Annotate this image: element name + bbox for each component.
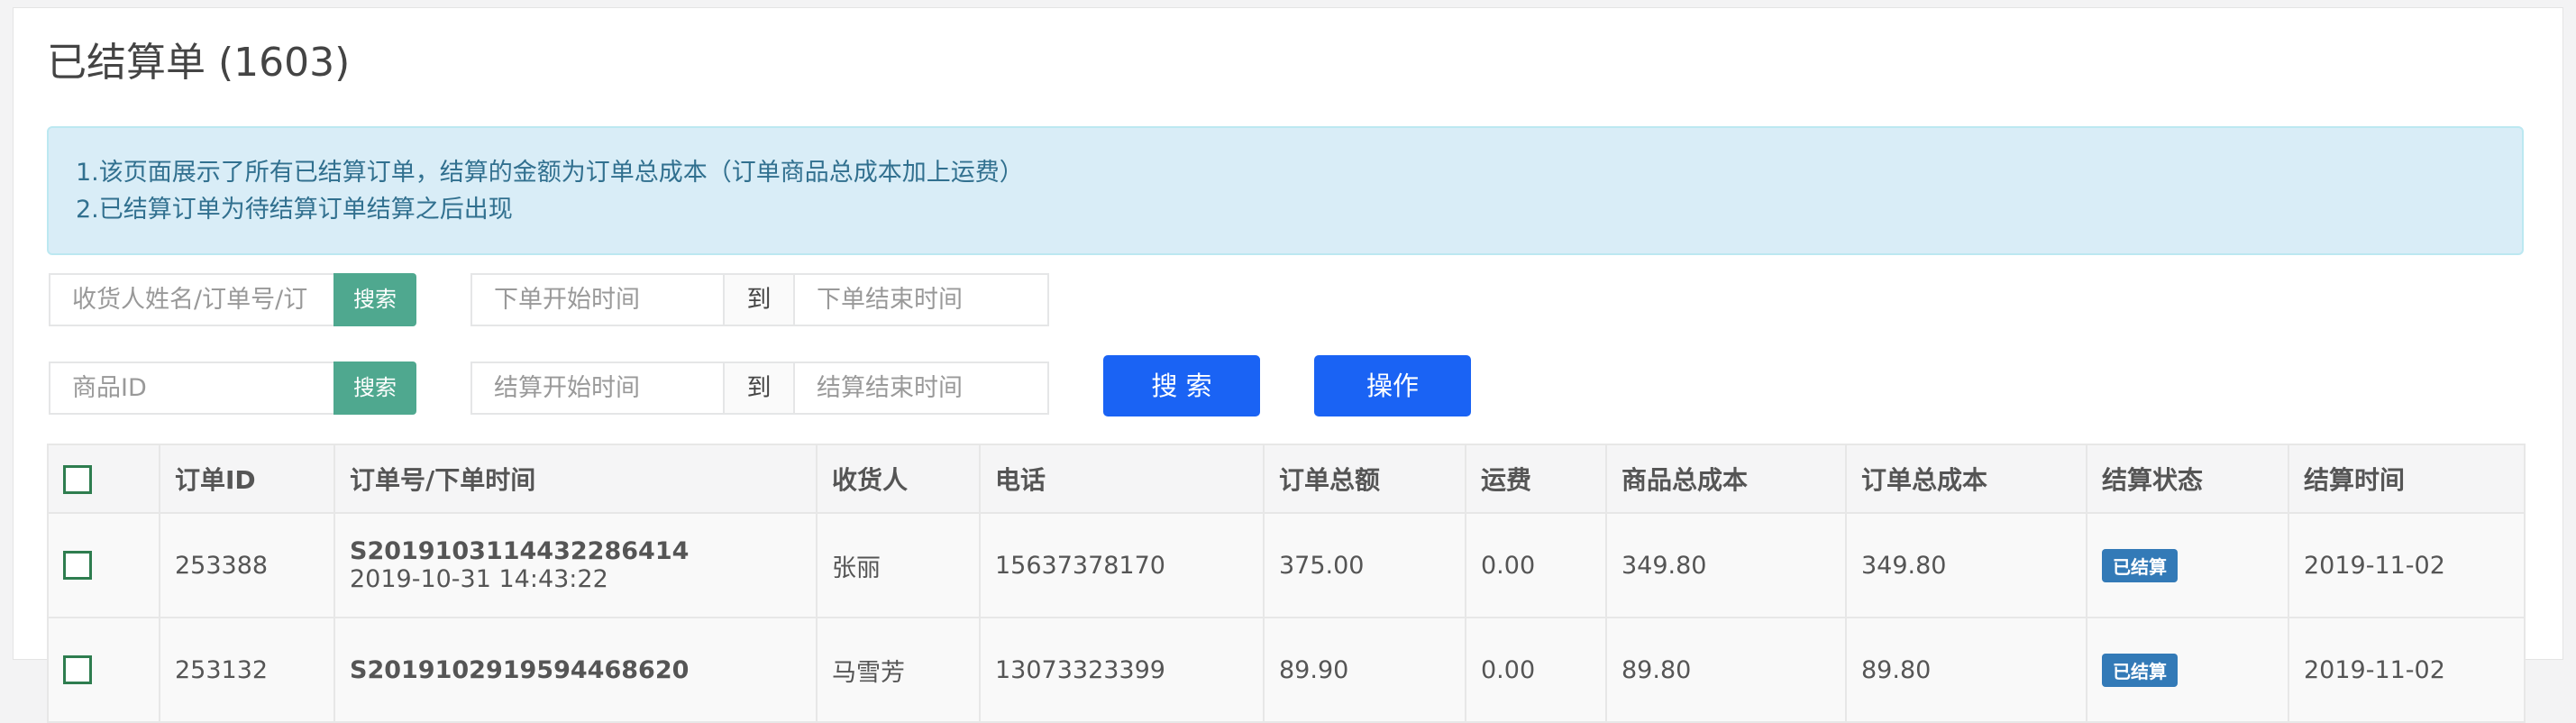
header-shipping: 运费: [1465, 444, 1607, 514]
keyword-search-button[interactable]: 搜索: [333, 273, 416, 326]
notice-line-2: 2.已结算订单为待结算订单结算之后出现: [76, 196, 513, 224]
order-no-cell: S2019102919594468620: [333, 617, 818, 723]
header-phone: 电话: [979, 444, 1265, 514]
header-settle-time: 结算时间: [2288, 444, 2526, 514]
order-total: 375.00: [1263, 512, 1466, 618]
order-no: S2019102919594468620: [350, 655, 690, 684]
phone: 15637378170: [979, 512, 1265, 618]
settle-time: 2019-11-02: [2288, 617, 2526, 723]
goods-cost: 89.80: [1605, 617, 1847, 723]
settle-time-to-label: 到: [723, 362, 795, 415]
order-cost: 349.80: [1845, 512, 2087, 618]
order-cost: 89.80: [1845, 617, 2087, 723]
goods-cost: 349.80: [1605, 512, 1847, 618]
operate-button[interactable]: 操作: [1314, 355, 1471, 416]
notice-line-1: 1.该页面展示了所有已结算订单，结算的金额为订单总成本（订单商品总成本加上运费）: [76, 159, 1024, 187]
order-no: S2019103114432286414: [350, 537, 690, 565]
table-row[interactable]: 253132 S2019102919594468620 马雪芳 13073323…: [47, 617, 2526, 723]
header-receiver: 收货人: [816, 444, 981, 514]
order-time-to-label: 到: [723, 273, 795, 326]
product-id-input[interactable]: 商品ID: [49, 362, 335, 415]
shipping-fee: 0.00: [1465, 512, 1607, 618]
table-row[interactable]: 253388 S2019103114432286414 2019-10-31 1…: [47, 512, 2526, 618]
receiver: 张丽: [816, 512, 981, 618]
shipping-fee: 0.00: [1465, 617, 1607, 723]
header-status: 结算状态: [2086, 444, 2289, 514]
product-search-button[interactable]: 搜索: [333, 362, 416, 415]
order-total: 89.90: [1263, 617, 1466, 723]
header-order-cost: 订单总成本: [1845, 444, 2087, 514]
status-cell: 已结算: [2086, 617, 2289, 723]
page-title: 已结算单 (1603): [47, 40, 351, 86]
notice-box: 1.该页面展示了所有已结算订单，结算的金额为订单总成本（订单商品总成本加上运费）…: [47, 126, 2524, 255]
row-checkbox[interactable]: [63, 655, 92, 685]
order-time: 2019-10-31 14:43:22: [350, 565, 608, 593]
header-order-id: 订单ID: [159, 444, 335, 514]
order-start-time-input[interactable]: 下单开始时间: [470, 273, 725, 326]
row-select-cell: [47, 512, 160, 618]
row-select-cell: [47, 617, 160, 723]
header-order-no: 订单号/下单时间: [333, 444, 818, 514]
status-cell: 已结算: [2086, 512, 2289, 618]
order-id: 253132: [159, 617, 335, 723]
settle-start-time-input[interactable]: 结算开始时间: [470, 362, 725, 415]
status-badge: 已结算: [2102, 548, 2178, 582]
keyword-search-input[interactable]: 收货人姓名/订单号/订: [49, 273, 335, 326]
orders-table: 订单ID 订单号/下单时间 收货人 电话 订单总额 运费 商品总成本 订单总成本…: [47, 444, 2526, 723]
table-header-row: 订单ID 订单号/下单时间 收货人 电话 订单总额 运费 商品总成本 订单总成本…: [47, 444, 2526, 514]
header-total: 订单总额: [1263, 444, 1466, 514]
select-all-cell: [47, 444, 160, 514]
settle-time: 2019-11-02: [2288, 512, 2526, 618]
row-checkbox[interactable]: [63, 551, 92, 581]
select-all-checkbox[interactable]: [63, 465, 92, 494]
header-goods-cost: 商品总成本: [1605, 444, 1847, 514]
order-no-cell: S2019103114432286414 2019-10-31 14:43:22: [333, 512, 818, 618]
status-badge: 已结算: [2102, 653, 2178, 687]
settle-end-time-input[interactable]: 结算结束时间: [793, 362, 1049, 415]
order-id: 253388: [159, 512, 335, 618]
search-button[interactable]: 搜 索: [1103, 355, 1260, 416]
receiver: 马雪芳: [816, 617, 981, 723]
phone: 13073323399: [979, 617, 1265, 723]
order-end-time-input[interactable]: 下单结束时间: [793, 273, 1049, 326]
